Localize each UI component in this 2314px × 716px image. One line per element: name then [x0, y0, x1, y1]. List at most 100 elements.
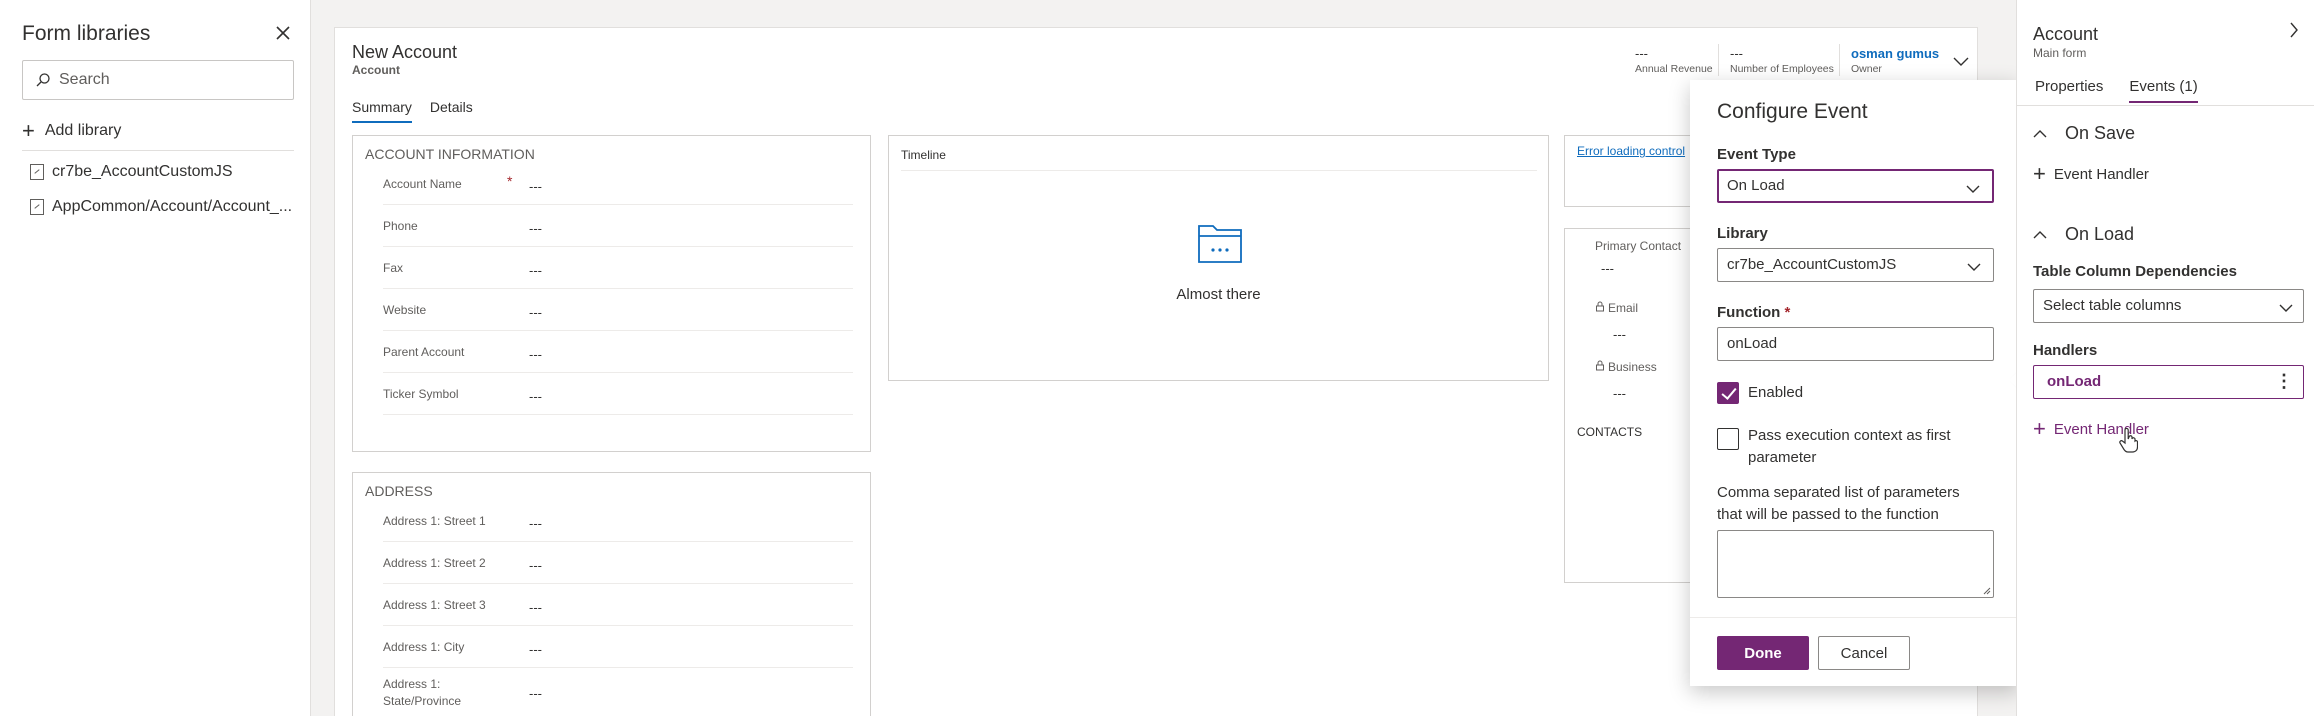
on-save-section-toggle[interactable]: On Save: [2033, 123, 2135, 144]
field-row[interactable]: Address 1: State/Province ---: [383, 668, 853, 716]
business-label: Business: [1595, 360, 1657, 374]
field-value: ---: [529, 516, 542, 531]
timeline-section[interactable]: Timeline Almost there: [888, 135, 1549, 381]
table-columns-placeholder: Select table columns: [2043, 297, 2182, 314]
resize-handle-icon[interactable]: [1983, 587, 1991, 595]
header-field-employees[interactable]: --- Number of Employees: [1730, 46, 1834, 75]
header-field-owner[interactable]: osman gumus Owner: [1851, 46, 1939, 75]
library-item[interactable]: AppCommon/Account/Account_...: [30, 198, 292, 216]
library-value: cr7be_AccountCustomJS: [1727, 256, 1897, 273]
field-label: Ticker Symbol: [383, 387, 459, 401]
field-row[interactable]: Fax ---: [383, 247, 853, 289]
header-field-value: ---: [1730, 46, 1743, 61]
library-dropdown[interactable]: cr7be_AccountCustomJS: [1717, 248, 1994, 282]
close-icon[interactable]: [272, 22, 294, 44]
pass-context-label: Pass execution context as first paramete…: [1748, 427, 1951, 466]
more-options-icon[interactable]: ⋮: [2275, 372, 2293, 390]
contacts-label: CONTACTS: [1577, 425, 1643, 439]
panel-title: Form libraries: [22, 22, 151, 45]
field-row[interactable]: Address 1: City ---: [383, 626, 853, 668]
script-file-icon: [30, 164, 44, 180]
account-information-section[interactable]: ACCOUNT INFORMATION Account Name * --- P…: [352, 135, 871, 452]
field-row[interactable]: Phone ---: [383, 205, 853, 247]
field-row[interactable]: Address 1: Street 1 ---: [383, 500, 853, 542]
field-value: ---: [529, 389, 542, 404]
header-field-value: ---: [1635, 46, 1648, 61]
lock-icon: [1596, 301, 1604, 312]
search-input[interactable]: [59, 71, 279, 89]
plus-icon: +: [2033, 161, 2046, 186]
primary-contact-value[interactable]: ---: [1601, 261, 1614, 276]
field-row[interactable]: Address 1: Street 2 ---: [383, 542, 853, 584]
form-title: New Account: [352, 42, 458, 62]
table-columns-dropdown[interactable]: Select table columns: [2033, 289, 2304, 323]
on-load-section-toggle[interactable]: On Load: [2033, 224, 2134, 245]
configure-event-dialog: Configure Event Event Type On Load Libra…: [1690, 80, 2019, 686]
field-row[interactable]: Parent Account ---: [383, 331, 853, 373]
table-dependencies-label: Table Column Dependencies: [2033, 263, 2237, 280]
add-library-button[interactable]: + Add library: [22, 120, 121, 142]
address-section[interactable]: ADDRESS Address 1: Street 1 --- Address …: [352, 472, 871, 716]
tab-details[interactable]: Details: [430, 99, 473, 123]
timeline-title: Timeline: [901, 148, 946, 162]
tab-events[interactable]: Events (1): [2129, 78, 2198, 103]
divider: [22, 150, 294, 151]
cancel-button[interactable]: Cancel: [1818, 636, 1910, 670]
chevron-right-icon[interactable]: [2289, 22, 2299, 43]
parameters-textarea[interactable]: [1717, 530, 1994, 598]
properties-panel: Account Main form Properties Events (1) …: [2016, 0, 2314, 716]
panel-tabs: Properties Events (1): [2035, 78, 2224, 103]
field-label: Address 1: City: [383, 640, 465, 654]
tab-properties[interactable]: Properties: [2035, 78, 2103, 103]
add-library-label: Add library: [44, 122, 122, 139]
field-value: ---: [529, 686, 542, 701]
tab-summary[interactable]: Summary: [352, 99, 412, 123]
library-item[interactable]: cr7be_AccountCustomJS: [30, 163, 233, 181]
form-entity: Account: [352, 63, 400, 77]
field-row[interactable]: Website ---: [383, 289, 853, 331]
function-label-text: Function: [1717, 304, 1781, 321]
form-tabs: Summary Details: [352, 99, 491, 123]
function-input[interactable]: onLoad: [1717, 327, 1994, 361]
field-label: Account Name: [383, 177, 462, 191]
chevron-down-icon: [1967, 259, 1981, 276]
field-row[interactable]: Account Name * ---: [383, 163, 853, 205]
done-button[interactable]: Done: [1717, 636, 1809, 670]
field-label: Address 1: Street 1: [383, 514, 486, 528]
panel-subtitle: Main form: [2033, 46, 2087, 60]
section-title: ACCOUNT INFORMATION: [365, 146, 535, 162]
required-mark: *: [507, 173, 513, 189]
form-libraries-panel: Form libraries + Add library cr7be_Accou…: [0, 0, 311, 716]
field-value: ---: [529, 263, 542, 278]
pass-context-checkbox[interactable]: Pass execution context as first paramete…: [1717, 425, 1978, 469]
primary-contact-label: Primary Contact: [1595, 239, 1682, 253]
chevron-down-icon: [2279, 300, 2293, 317]
function-value: onLoad: [1727, 335, 1778, 352]
parameters-description: Comma separated list of parameters that …: [1717, 484, 1960, 523]
field-value: ---: [529, 221, 542, 236]
field-row[interactable]: Ticker Symbol ---: [383, 373, 853, 415]
error-loading-link[interactable]: Error loading control: [1577, 144, 1685, 158]
field-label: Parent Account: [383, 345, 465, 359]
handler-item[interactable]: onLoad ⋮: [2033, 365, 2304, 399]
field-value: ---: [529, 347, 542, 362]
function-label: Function *: [1717, 304, 1790, 321]
chevron-down-icon[interactable]: [1953, 54, 1969, 72]
search-box[interactable]: [22, 60, 294, 100]
checkbox-checked-icon: [1717, 382, 1739, 404]
header-field-label: Annual Revenue: [1635, 63, 1713, 75]
field-row[interactable]: Address 1: Street 3 ---: [383, 584, 853, 626]
add-on-save-event-handler-button[interactable]: + Event Handler: [2033, 163, 2149, 185]
header-field-value: osman gumus: [1851, 46, 1940, 61]
lock-icon: [1596, 360, 1604, 371]
field-value: ---: [529, 305, 542, 320]
header-field-annual-revenue[interactable]: --- Annual Revenue: [1635, 46, 1713, 75]
enabled-checkbox[interactable]: Enabled: [1717, 382, 1803, 404]
handler-name: onLoad: [2047, 373, 2102, 390]
email-label-text: Email: [1608, 301, 1639, 315]
library-label: Library: [1717, 225, 1768, 242]
event-handler-label: Event Handler: [2053, 165, 2149, 183]
event-type-value: On Load: [1727, 177, 1785, 194]
chevron-down-icon: [1966, 181, 1980, 198]
event-type-dropdown[interactable]: On Load: [1717, 169, 1994, 203]
